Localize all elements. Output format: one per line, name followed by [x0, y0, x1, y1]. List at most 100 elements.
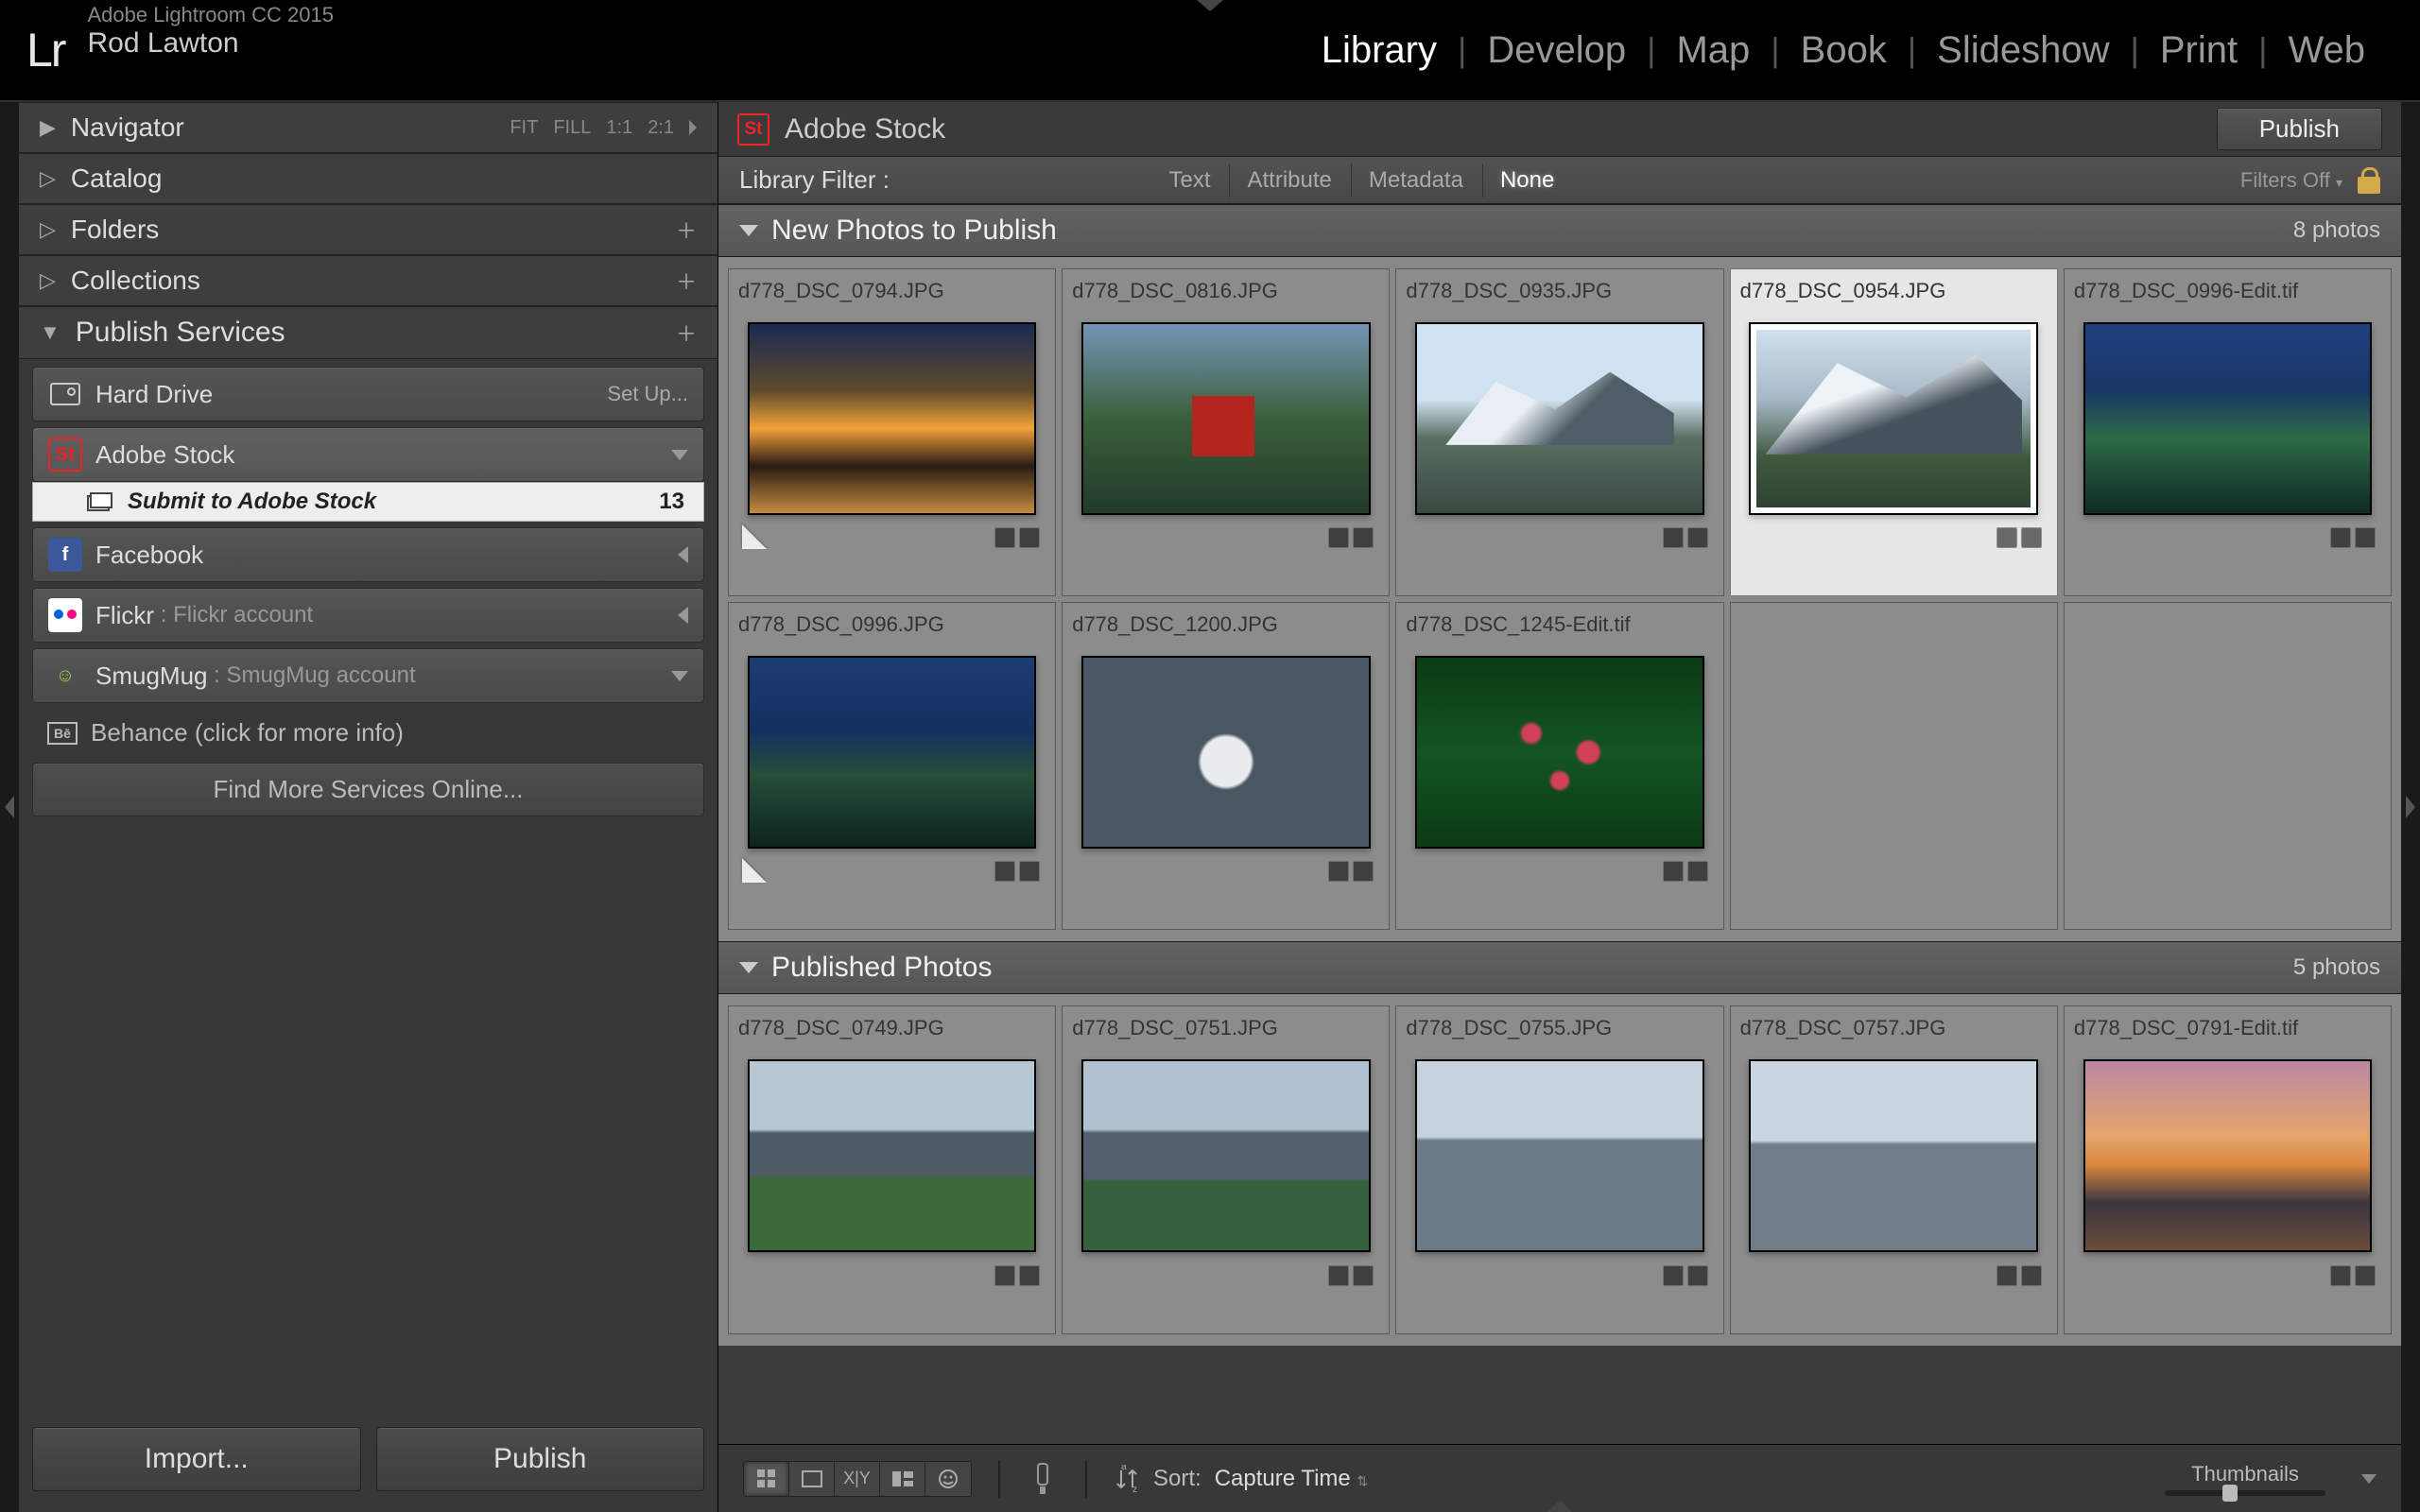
survey-view-icon[interactable] — [880, 1462, 925, 1496]
thumbnail-cell[interactable]: d778_DSC_0996-Edit.tif — [2064, 268, 2392, 596]
thumbnail-badges[interactable] — [1328, 527, 1374, 548]
thumbnail-cell[interactable]: d778_DSC_0757.JPG — [1730, 1005, 2058, 1333]
add-icon[interactable]: ＋ — [676, 318, 697, 348]
sort-control[interactable]: az Sort: Capture Time ⇅ — [1114, 1465, 1368, 1493]
thumbnail-cell[interactable]: d778_DSC_0816.JPG — [1062, 268, 1390, 596]
module-develop[interactable]: Develop — [1466, 29, 1647, 72]
section-new-photos[interactable]: New Photos to Publish 8 photos — [718, 204, 2401, 257]
publish-services-panel-header[interactable]: ▼ Publish Services ＋ — [19, 306, 717, 359]
find-more-services-button[interactable]: Find More Services Online... — [32, 763, 704, 816]
thumbnail-badges[interactable] — [1663, 1265, 1708, 1286]
identity-plate[interactable]: Rod Lawton — [87, 27, 334, 60]
thumbnail-image[interactable] — [748, 1059, 1037, 1252]
thumbnail-cell[interactable]: d778_DSC_0794.JPG — [728, 268, 1056, 596]
thumbnail-image[interactable] — [748, 322, 1037, 515]
loupe-view-icon[interactable] — [789, 1462, 835, 1496]
module-web[interactable]: Web — [2267, 29, 2386, 72]
module-print[interactable]: Print — [2139, 29, 2258, 72]
publish-service-hard-drive[interactable]: Hard Drive Set Up... — [32, 367, 704, 421]
thumbnail-badges[interactable] — [1328, 861, 1374, 882]
catalog-panel-header[interactable]: ▷ Catalog — [19, 153, 717, 204]
thumbnail-badges[interactable] — [1328, 1265, 1374, 1286]
thumbnail-badges[interactable] — [2330, 527, 2376, 548]
thumbnail-cell[interactable]: d778_DSC_0749.JPG — [728, 1005, 1056, 1333]
thumbnail-badges[interactable] — [994, 1265, 1040, 1286]
setup-link[interactable]: Set Up... — [607, 382, 688, 406]
thumbnail-image[interactable] — [1749, 322, 2038, 515]
thumbnail-slider[interactable] — [2165, 1490, 2325, 1496]
thumbnail-image[interactable] — [1415, 1059, 1704, 1252]
thumbnail-size-control[interactable]: Thumbnails — [2165, 1462, 2325, 1496]
import-button[interactable]: Import... — [32, 1427, 361, 1491]
thumbnail-image[interactable] — [1081, 656, 1371, 849]
toolbar-menu-icon[interactable] — [2361, 1474, 2377, 1484]
thumbnail-badges[interactable] — [994, 861, 1040, 882]
thumbnail-image[interactable] — [748, 656, 1037, 849]
folders-panel-header[interactable]: ▷ Folders ＋ — [19, 204, 717, 255]
filter-option-attribute[interactable]: Attribute — [1229, 163, 1348, 198]
publish-service-adobe-stock[interactable]: St Adobe Stock — [32, 427, 704, 482]
thumbnail-image[interactable] — [1081, 322, 1371, 515]
module-slideshow[interactable]: Slideshow — [1916, 29, 2130, 72]
adobe-stock-icon: St — [48, 438, 82, 472]
publish-service-smugmug[interactable]: ☺ SmugMug : SmugMug account — [32, 648, 704, 703]
thumbnail-cell[interactable]: d778_DSC_0954.JPG — [1730, 268, 2058, 596]
source-title: Adobe Stock — [785, 113, 945, 146]
thumbnail-cell[interactable]: d778_DSC_0755.JPG — [1395, 1005, 1723, 1333]
thumbnail-cell[interactable]: d778_DSC_0935.JPG — [1395, 268, 1723, 596]
thumbnail-cell[interactable]: d778_DSC_0751.JPG — [1062, 1005, 1390, 1333]
publish-service-facebook[interactable]: f Facebook — [32, 527, 704, 582]
add-icon[interactable]: ＋ — [676, 266, 697, 296]
smugmug-icon: ☺ — [48, 659, 82, 693]
thumbnail-cell[interactable]: d778_DSC_1245-Edit.tif — [1395, 602, 1723, 930]
module-library[interactable]: Library — [1301, 29, 1458, 72]
svg-text:a: a — [1121, 1465, 1127, 1472]
thumbnail-cell[interactable]: d778_DSC_0791-Edit.tif — [2064, 1005, 2392, 1333]
panel-handle-left[interactable] — [0, 102, 19, 1512]
filter-option-text[interactable]: Text — [1151, 163, 1227, 198]
section-published-photos[interactable]: Published Photos 5 photos — [718, 941, 2401, 994]
filter-lock-icon[interactable] — [2358, 167, 2380, 194]
thumbnail-image[interactable] — [1415, 322, 1704, 515]
stack-fold-icon — [742, 524, 767, 549]
thumbnail-badges[interactable] — [1663, 527, 1708, 548]
thumbnail-image[interactable] — [1081, 1059, 1371, 1252]
thumbnail-badges[interactable] — [994, 527, 1040, 548]
thumbnail-badges[interactable] — [1996, 1265, 2042, 1286]
add-icon[interactable]: ＋ — [676, 215, 697, 245]
panel-handle-top[interactable] — [1197, 0, 1223, 11]
thumbnail-badges[interactable] — [1663, 861, 1708, 882]
compare-view-icon[interactable]: X|Y — [835, 1462, 880, 1496]
thumbnail-image[interactable] — [2083, 322, 2373, 515]
grid-view-icon[interactable] — [744, 1462, 789, 1496]
painter-tool-icon[interactable] — [1027, 1459, 1059, 1499]
svg-text:z: z — [1132, 1485, 1137, 1493]
module-book[interactable]: Book — [1780, 29, 1908, 72]
thumbnail-image[interactable] — [1415, 656, 1704, 849]
publish-button-main[interactable]: Publish — [2217, 108, 2382, 150]
navigator-zoom-controls[interactable]: FIT FILL 1:1 2:1 — [510, 117, 697, 139]
thumbnail-badges[interactable] — [1996, 527, 2042, 548]
sort-direction-icon[interactable]: az — [1114, 1465, 1140, 1493]
publish-button[interactable]: Publish — [376, 1427, 705, 1491]
publish-service-behance[interactable]: Bē Behance (click for more info) — [32, 709, 704, 757]
thumbnail-image[interactable] — [2083, 1059, 2373, 1252]
source-header: St Adobe Stock Publish — [718, 102, 2401, 157]
collections-panel-header[interactable]: ▷ Collections ＋ — [19, 255, 717, 306]
thumbnail-badges[interactable] — [2330, 1265, 2376, 1286]
panel-handle-bottom[interactable] — [1547, 1501, 1573, 1512]
navigator-panel-header[interactable]: ▶ Navigator FIT FILL 1:1 2:1 — [19, 102, 717, 153]
filters-off-menu[interactable]: Filters Off ▾ — [2240, 168, 2342, 193]
panel-handle-right[interactable] — [2401, 102, 2420, 1512]
thumbnail-cell[interactable]: d778_DSC_1200.JPG — [1062, 602, 1390, 930]
publish-service-flickr[interactable]: Flickr : Flickr account — [32, 588, 704, 643]
filter-option-none[interactable]: None — [1482, 163, 1571, 198]
people-view-icon[interactable] — [925, 1462, 971, 1496]
thumbnail-image[interactable] — [1749, 1059, 2038, 1252]
module-map[interactable]: Map — [1655, 29, 1771, 72]
thumbnail-cell[interactable]: d778_DSC_0996.JPG — [728, 602, 1056, 930]
sort-field-select[interactable]: Capture Time ⇅ — [1215, 1466, 1368, 1492]
view-mode-switch[interactable]: X|Y — [743, 1461, 972, 1497]
filter-option-metadata[interactable]: Metadata — [1351, 163, 1480, 198]
publish-collection-submit-to-adobe-stock[interactable]: Submit to Adobe Stock 13 — [32, 482, 704, 522]
